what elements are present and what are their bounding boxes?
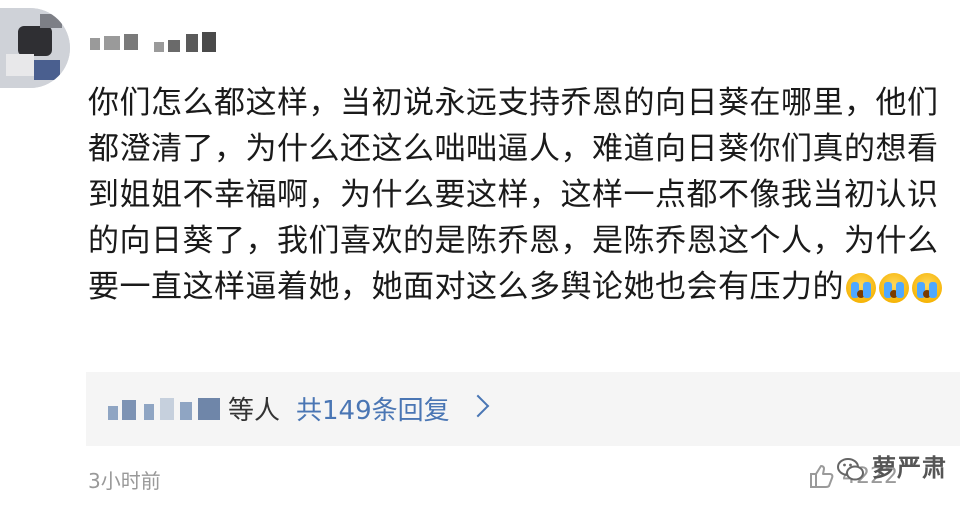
crying-face-icon: [912, 273, 942, 303]
thumbs-up-icon[interactable]: [808, 462, 836, 490]
emoji-group: [846, 273, 942, 303]
watermark-text: 萝严肃: [872, 454, 947, 482]
reply-usernames-blurred: [108, 394, 228, 424]
comment-body: 你们怎么都这样，当初说永远支持乔恩的向日葵在哪里，他们都澄清了，为什么还这么咄咄…: [88, 85, 939, 305]
crying-face-icon: [879, 273, 909, 303]
reply-suffix: 等人: [228, 396, 281, 426]
watermark: 萝严肃: [836, 444, 976, 494]
avatar[interactable]: [0, 8, 70, 88]
username-blurred[interactable]: [90, 30, 240, 56]
wechat-icon: [837, 458, 864, 481]
crying-face-icon: [846, 273, 876, 303]
reply-count-link[interactable]: 共149条回复: [296, 390, 450, 427]
comment-text: 你们怎么都这样，当初说永远支持乔恩的向日葵在哪里，他们都澄清了，为什么还这么咄咄…: [88, 80, 958, 310]
chevron-right-icon[interactable]: [466, 394, 490, 418]
comment-time: 3小时前: [88, 469, 161, 493]
replies-preview[interactable]: 等人 共149条回复: [86, 372, 960, 446]
